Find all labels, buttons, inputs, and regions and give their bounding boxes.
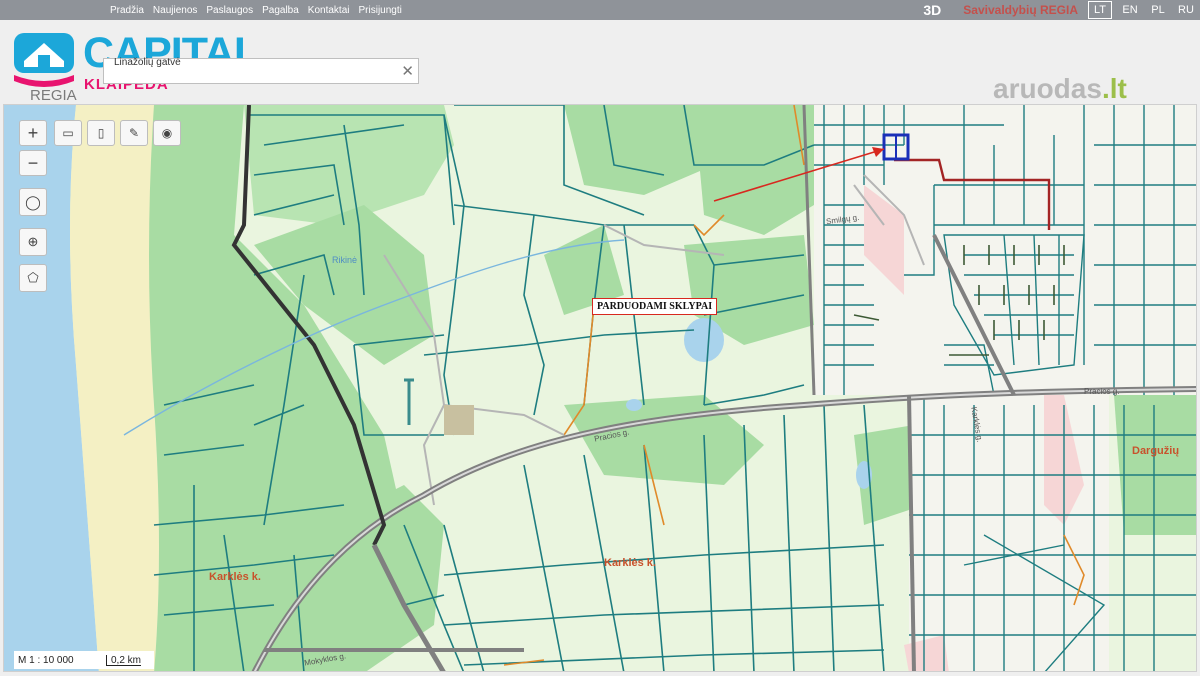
capital-house-logo-icon <box>14 33 74 87</box>
map-scale: M 1 : 10 000 0,2 km <box>14 651 154 669</box>
scale-distance: 0,2 km <box>106 654 142 666</box>
lake <box>684 318 724 362</box>
top-right-nav: 3D Savivaldybių REGIA LT EN PL RU <box>923 0 1200 20</box>
crosshair-icon: ⊕ <box>27 234 39 249</box>
place-label-darguziu: Dargužių <box>1132 445 1180 457</box>
zoom-in-button[interactable]: + <box>19 120 47 146</box>
place-label-karkles: Karklės k. <box>604 557 656 569</box>
zoom-out-button[interactable]: − <box>19 150 47 176</box>
clear-search-icon[interactable]: ✕ <box>401 62 414 80</box>
map-viewport[interactable]: + − ▭ ▯ ✎ ◉ ◯ ⊕ ⬠ PARDUODAMI SKLYPAI Kar… <box>3 104 1197 672</box>
scale-ratio: M 1 : 10 000 <box>18 654 74 666</box>
place-label-karkles-west: Karklės k. <box>209 571 261 583</box>
nav-item-pagalba[interactable]: Pagalba <box>262 5 299 16</box>
for-sale-callout: PARDUODAMI SKLYPAI <box>592 298 718 315</box>
pin-tool-button[interactable]: ▯ <box>87 120 115 146</box>
nav-item-naujienos[interactable]: Naujienos <box>153 5 197 16</box>
cadastral-map[interactable] <box>4 105 1197 672</box>
lang-en[interactable]: EN <box>1116 2 1144 18</box>
aruodas-watermark: aruodas.lt <box>993 73 1127 105</box>
power-circle-icon: ◯ <box>25 193 41 210</box>
header: REGIA CAPITAL KLAIPĖDA ✕ aruodas.lt <box>0 20 1200 104</box>
view-3d-button[interactable]: 3D <box>923 2 941 18</box>
aruodas-text: aruodas <box>993 73 1102 104</box>
nav-item-paslaugos[interactable]: Paslaugos <box>206 5 253 16</box>
info-tool-button[interactable]: ◯ <box>19 188 47 216</box>
nav-item-prisijungti[interactable]: Prisijungti <box>359 5 402 16</box>
road-label-pracios-east: Pracios g. <box>1084 387 1120 396</box>
ruler-icon: ▭ <box>62 126 74 140</box>
address-search-input[interactable] <box>104 51 404 73</box>
polygon-icon: ⬠ <box>27 270 39 285</box>
regia-logo-text: REGIA <box>30 87 77 104</box>
lang-lt[interactable]: LT <box>1088 1 1112 19</box>
locate-tool-button[interactable]: ◉ <box>153 120 181 146</box>
river-label: Rikinė <box>332 255 358 265</box>
savivaldybiu-regia-link[interactable]: Savivaldybių REGIA <box>963 3 1078 17</box>
edit-tool-button[interactable]: ✎ <box>120 120 148 146</box>
target-dot-icon: ◉ <box>161 126 173 140</box>
edit-icon: ✎ <box>128 126 140 140</box>
lang-pl[interactable]: PL <box>1144 2 1172 18</box>
top-navigation-bar: Pradžia Naujienos Paslaugos Pagalba Kont… <box>0 0 1200 20</box>
area-tool-button[interactable]: ⬠ <box>19 264 47 292</box>
lang-ru[interactable]: RU <box>1172 2 1200 18</box>
nav-item-kontaktai[interactable]: Kontaktai <box>308 5 350 16</box>
crosshair-tool-button[interactable]: ⊕ <box>19 228 47 256</box>
address-search-box[interactable]: ✕ <box>103 51 419 84</box>
measure-tool-button[interactable]: ▭ <box>54 120 82 146</box>
nav-item-pradzia[interactable]: Pradžia <box>110 5 144 16</box>
aruodas-tld: .lt <box>1101 73 1127 104</box>
main-nav: Pradžia Naujienos Paslaugos Pagalba Kont… <box>110 0 402 20</box>
mouse-icon: ▯ <box>97 126 105 140</box>
